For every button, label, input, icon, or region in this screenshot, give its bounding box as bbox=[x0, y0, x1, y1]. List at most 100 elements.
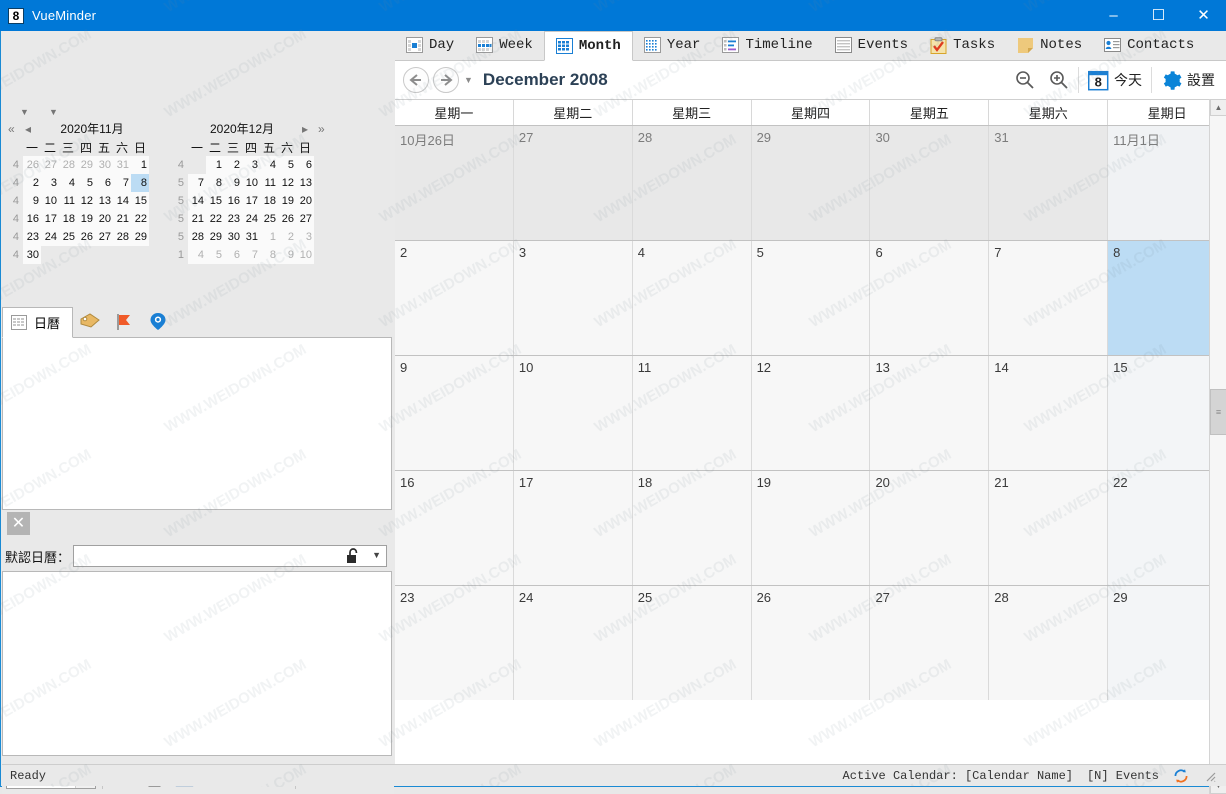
day-cell[interactable]: 28 bbox=[989, 586, 1109, 700]
day-cell[interactable]: 4 bbox=[632, 241, 752, 355]
day-cell[interactable]: 14 bbox=[989, 356, 1109, 470]
minical-day-cell[interactable]: 22 bbox=[206, 210, 224, 228]
minical-day-cell[interactable]: 9 bbox=[278, 246, 296, 264]
minical-day-cell[interactable]: 26 bbox=[278, 210, 296, 228]
day-cell[interactable]: 21 bbox=[989, 471, 1109, 585]
tab-notes[interactable]: Notes bbox=[1006, 30, 1093, 60]
minical-day-cell[interactable]: 20 bbox=[296, 192, 314, 210]
scroll-up-arrow[interactable]: ▲ bbox=[1210, 99, 1226, 116]
minical-day-cell[interactable]: 18 bbox=[260, 192, 278, 210]
minical-day-cell[interactable]: 25 bbox=[260, 210, 278, 228]
minical-day-cell[interactable]: 27 bbox=[95, 228, 113, 246]
minical-day-cell[interactable]: 3 bbox=[242, 156, 260, 174]
mini-calendar-december[interactable]: 一二三四五六日 4 1 2 3 4 5 6 5 7 8 9 10 11 12 13 5 14 15 16 17 18 19 2… bbox=[170, 139, 314, 264]
minical-day-cell[interactable]: 8 bbox=[131, 174, 149, 192]
minical-day-cell[interactable]: 4 bbox=[188, 246, 206, 264]
day-cell[interactable]: 29 bbox=[751, 126, 871, 240]
day-cell[interactable]: 12 bbox=[751, 356, 871, 470]
tag-icon[interactable] bbox=[73, 306, 107, 337]
minical-day-cell[interactable]: 7 bbox=[113, 174, 131, 192]
tab-timeline[interactable]: Timeline bbox=[711, 30, 823, 60]
flag-icon[interactable] bbox=[107, 306, 141, 337]
minical-day-cell[interactable]: 7 bbox=[242, 246, 260, 264]
event-list-pane[interactable] bbox=[2, 571, 392, 756]
zoom-in-button[interactable] bbox=[1042, 65, 1076, 95]
minical-day-cell[interactable]: 14 bbox=[188, 192, 206, 210]
minical-day-cell[interactable]: 17 bbox=[242, 192, 260, 210]
day-cell[interactable]: 17 bbox=[513, 471, 633, 585]
minical-day-cell[interactable]: 1 bbox=[206, 156, 224, 174]
scroll-thumb[interactable]: ≡ bbox=[1210, 389, 1226, 435]
day-cell[interactable]: 27 bbox=[513, 126, 633, 240]
minical-first-button[interactable]: « bbox=[8, 119, 15, 139]
minical-day-cell[interactable]: 29 bbox=[131, 228, 149, 246]
minical-day-cell[interactable]: 9 bbox=[23, 192, 41, 210]
minical-day-cell[interactable]: 13 bbox=[296, 174, 314, 192]
minical-day-cell[interactable]: 14 bbox=[113, 192, 131, 210]
minical-day-cell[interactable] bbox=[188, 156, 206, 174]
minical-day-cell[interactable]: 29 bbox=[77, 156, 95, 174]
minical-day-cell[interactable]: 21 bbox=[188, 210, 206, 228]
minical-day-cell[interactable]: 19 bbox=[77, 210, 95, 228]
calendar-vertical-scrollbar[interactable]: ▲ ≡ ▼ bbox=[1209, 99, 1226, 794]
minical-day-cell[interactable]: 10 bbox=[41, 192, 59, 210]
minical-day-cell[interactable]: 12 bbox=[278, 174, 296, 192]
minical-next-button[interactable]: ▸ bbox=[302, 119, 308, 139]
minical-day-cell[interactable] bbox=[131, 246, 149, 264]
minical-day-cell[interactable]: 15 bbox=[206, 192, 224, 210]
minical-day-cell[interactable]: 3 bbox=[41, 174, 59, 192]
minical-day-cell[interactable]: 20 bbox=[95, 210, 113, 228]
toolbar-dropdown-arrow-2[interactable]: ▼ bbox=[48, 107, 59, 118]
day-cell[interactable]: 10 bbox=[513, 356, 633, 470]
minical-day-cell[interactable]: 28 bbox=[188, 228, 206, 246]
today-button[interactable]: 8 今天 bbox=[1081, 65, 1149, 95]
minical-day-cell[interactable]: 6 bbox=[224, 246, 242, 264]
day-cell[interactable]: 27 bbox=[870, 586, 990, 700]
close-button[interactable]: ✕ bbox=[1181, 0, 1226, 31]
day-cell[interactable]: 20 bbox=[870, 471, 990, 585]
tab-month[interactable]: Month bbox=[543, 31, 633, 61]
minical-day-cell[interactable]: 26 bbox=[23, 156, 41, 174]
day-cell[interactable]: 28 bbox=[632, 126, 752, 240]
maximize-button[interactable]: ☐ bbox=[1136, 0, 1181, 31]
minical-day-cell[interactable]: 18 bbox=[59, 210, 77, 228]
day-cell[interactable]: 10月26日 bbox=[395, 126, 514, 240]
mini-calendar-november[interactable]: 一二三四五六日 4 26 27 28 29 30 31 1 4 2 3 4 5 6 7 8 4 9 10 11 12 13 1… bbox=[5, 139, 149, 264]
minical-day-cell[interactable]: 24 bbox=[242, 210, 260, 228]
minical-day-cell[interactable]: 1 bbox=[260, 228, 278, 246]
minical-day-cell[interactable]: 6 bbox=[296, 156, 314, 174]
minical-day-cell[interactable]: 16 bbox=[224, 192, 242, 210]
minical-day-cell[interactable]: 17 bbox=[41, 210, 59, 228]
day-cell[interactable]: 25 bbox=[632, 586, 752, 700]
day-cell[interactable]: 2 bbox=[395, 241, 514, 355]
minical-day-cell[interactable]: 1 bbox=[131, 156, 149, 174]
minical-day-cell[interactable]: 5 bbox=[206, 246, 224, 264]
minical-day-cell[interactable]: 24 bbox=[41, 228, 59, 246]
day-cell[interactable]: 23 bbox=[395, 586, 514, 700]
minical-day-cell[interactable]: 28 bbox=[59, 156, 77, 174]
settings-button[interactable]: 設置 bbox=[1154, 65, 1222, 95]
minical-day-cell[interactable]: 10 bbox=[296, 246, 314, 264]
tab-tasks[interactable]: Tasks bbox=[919, 30, 1006, 60]
minical-day-cell[interactable]: 4 bbox=[260, 156, 278, 174]
day-cell[interactable]: 5 bbox=[751, 241, 871, 355]
tab-year[interactable]: Year bbox=[633, 30, 712, 60]
calendar-list[interactable] bbox=[2, 338, 392, 510]
default-calendar-combobox[interactable]: ▼ bbox=[73, 545, 387, 567]
minical-day-cell[interactable]: 31 bbox=[113, 156, 131, 174]
minical-day-cell[interactable] bbox=[41, 246, 59, 264]
minical-day-cell[interactable] bbox=[77, 246, 95, 264]
day-cell[interactable]: 7 bbox=[989, 241, 1109, 355]
minical-day-cell[interactable]: 10 bbox=[242, 174, 260, 192]
chevron-down-icon[interactable]: ▼ bbox=[372, 550, 381, 560]
minical-day-cell[interactable]: 13 bbox=[95, 192, 113, 210]
minical-day-cell[interactable]: 26 bbox=[77, 228, 95, 246]
day-cell[interactable]: 16 bbox=[395, 471, 514, 585]
minical-day-cell[interactable]: 30 bbox=[95, 156, 113, 174]
minical-day-cell[interactable]: 15 bbox=[131, 192, 149, 210]
minical-day-cell[interactable]: 16 bbox=[23, 210, 41, 228]
day-cell[interactable]: 18 bbox=[632, 471, 752, 585]
minical-day-cell[interactable]: 2 bbox=[278, 228, 296, 246]
minical-day-cell[interactable]: 21 bbox=[113, 210, 131, 228]
location-pin-icon[interactable] bbox=[141, 306, 175, 337]
